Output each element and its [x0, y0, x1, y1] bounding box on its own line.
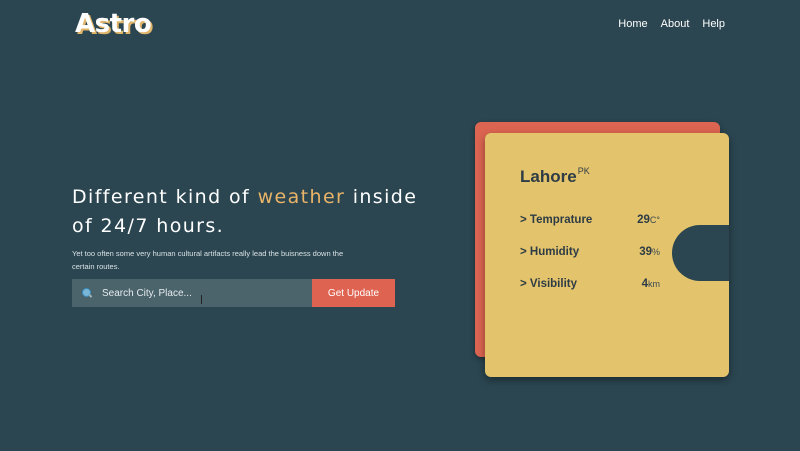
visibility-unit: km: [648, 279, 660, 289]
humidity-value-group: 39%: [639, 246, 660, 258]
temperature-label: > Temprature: [520, 214, 593, 226]
visibility-row: > Visibility 4km: [520, 278, 660, 290]
search-icon: [82, 288, 92, 298]
temperature-unit: C°: [649, 215, 660, 225]
visibility-value-group: 4km: [642, 278, 660, 290]
humidity-label: > Humidity: [520, 246, 580, 258]
temperature-value-group: 29C°: [637, 214, 660, 226]
get-update-button[interactable]: Get Update: [312, 279, 395, 307]
logo[interactable]: Astro: [75, 9, 152, 39]
temperature-row: > Temprature 29C°: [520, 214, 660, 226]
nav-help-link[interactable]: Help: [702, 18, 725, 30]
page: Astro Home About Help Different kind of …: [0, 0, 800, 451]
search-bar: Get Update: [72, 279, 395, 307]
main-nav: Home About Help: [618, 18, 725, 30]
weather-card: LahorePK > Temprature 29C° > Humidity 39…: [485, 133, 729, 377]
search-field[interactable]: [72, 279, 312, 307]
humidity-unit: %: [651, 247, 660, 257]
humidity-row: > Humidity 39%: [520, 246, 660, 258]
nav-home-link[interactable]: Home: [618, 18, 647, 30]
headline-text-start: Different kind of: [72, 186, 258, 208]
nav-about-link[interactable]: About: [661, 18, 690, 30]
city-name: LahorePK: [520, 166, 590, 187]
search-input[interactable]: [102, 287, 282, 299]
country-code: PK: [577, 166, 590, 176]
city-label: Lahore: [520, 167, 577, 186]
humidity-value: 39: [639, 246, 652, 258]
hero-headline: Different kind of weather inside of 24/7…: [72, 183, 432, 241]
hero-subtext: Yet too often some very human cultural a…: [72, 249, 344, 271]
temperature-value: 29: [637, 214, 650, 226]
card-notch: [672, 225, 729, 281]
visibility-label: > Visibility: [520, 278, 577, 290]
text-cursor-icon: [201, 295, 202, 304]
headline-highlight: weather: [257, 186, 346, 208]
